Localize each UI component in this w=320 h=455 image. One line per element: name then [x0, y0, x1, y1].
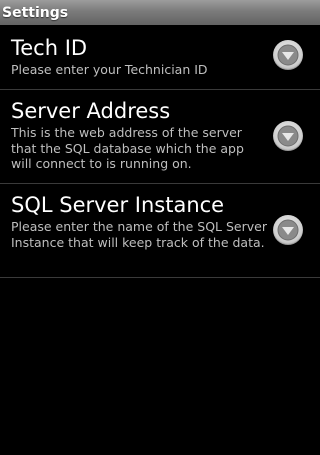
- preference-summary: Please enter your Technician ID: [11, 62, 208, 77]
- chevron-down-icon[interactable]: [273, 40, 303, 70]
- preference-title: SQL Server Instance: [11, 193, 225, 217]
- preference-summary: Please enter the name of the SQL Server …: [11, 219, 267, 250]
- chevron-down-icon[interactable]: [273, 121, 303, 151]
- preference-summary: This is the web address of the server th…: [11, 125, 244, 171]
- preference-server-address[interactable]: Server Address This is the web address o…: [0, 90, 320, 184]
- preference-title: Tech ID: [11, 36, 88, 60]
- preference-title: Server Address: [11, 99, 171, 123]
- settings-screen: Settings Tech ID Please enter your Techn…: [0, 0, 320, 455]
- preference-list: Tech ID Please enter your Technician ID …: [0, 25, 320, 278]
- title-bar: Settings: [0, 0, 320, 25]
- preference-tech-id[interactable]: Tech ID Please enter your Technician ID: [0, 25, 320, 90]
- preference-sql-server-instance[interactable]: SQL Server Instance Please enter the nam…: [0, 184, 320, 278]
- page-title: Settings: [2, 4, 69, 21]
- chevron-down-icon[interactable]: [273, 215, 303, 245]
